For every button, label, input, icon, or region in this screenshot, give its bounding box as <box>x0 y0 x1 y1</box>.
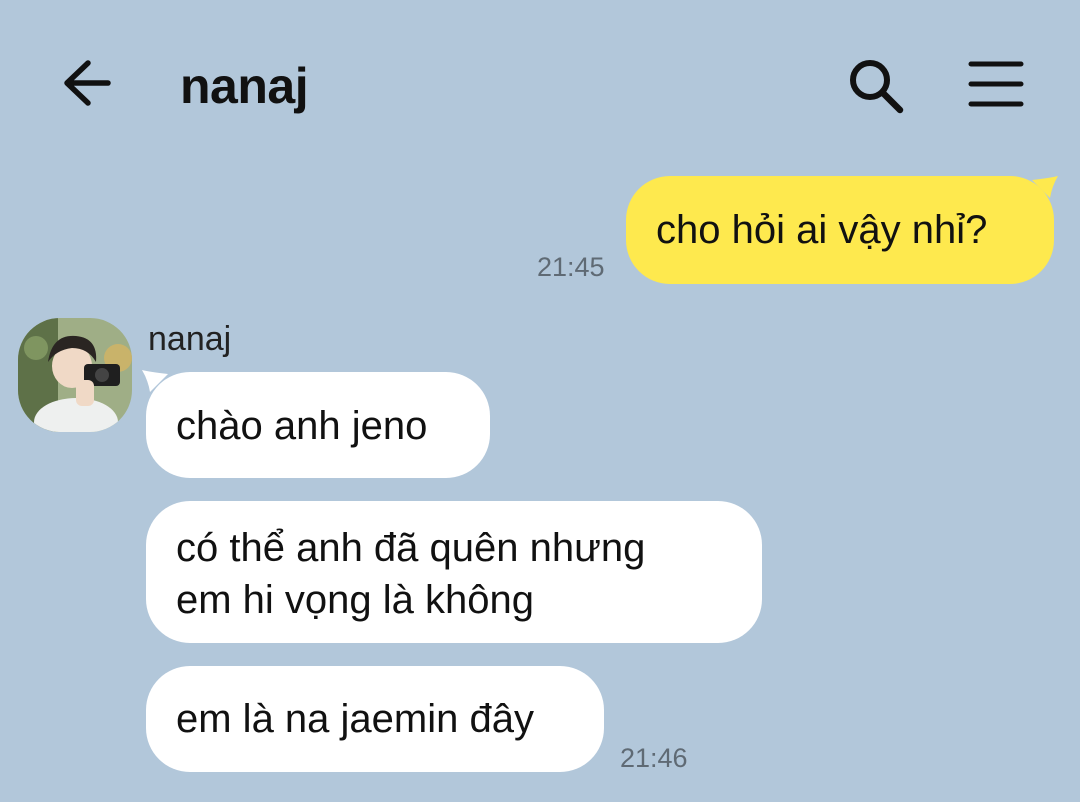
search-icon <box>850 60 904 114</box>
incoming-message-bubble[interactable]: có thể anh đã quên nhưng em hi vọng là k… <box>146 501 762 643</box>
chat-header: nanaj <box>0 0 1080 150</box>
message-text: chào anh jeno <box>176 404 428 448</box>
incoming-message-bubble[interactable]: chào anh jeno <box>146 372 490 478</box>
back-button[interactable] <box>58 55 118 111</box>
message-text: em là na jaemin đây <box>176 697 534 741</box>
message-text-line: có thể anh đã quên nhưng <box>176 526 646 570</box>
menu-button[interactable] <box>966 58 1026 110</box>
chat-title: nanaj <box>180 58 309 114</box>
message-text: cho hỏi ai vậy nhỉ? <box>656 208 988 252</box>
hamburger-menu-icon <box>968 61 1024 107</box>
contact-avatar[interactable] <box>18 318 132 432</box>
message-text-line: em hi vọng là không <box>176 578 535 622</box>
sender-name: nanaj <box>148 320 232 358</box>
search-button[interactable] <box>844 54 906 116</box>
outgoing-bubble-tail <box>1032 176 1058 198</box>
message-timestamp: 21:46 <box>620 743 688 773</box>
message-timestamp: 21:45 <box>537 252 605 282</box>
outgoing-message-bubble[interactable]: cho hỏi ai vậy nhỉ? <box>626 176 1054 284</box>
profile-photo-avatar <box>18 318 132 432</box>
arrow-left-icon <box>64 60 111 106</box>
incoming-message-bubble[interactable]: em là na jaemin đây <box>146 666 604 772</box>
